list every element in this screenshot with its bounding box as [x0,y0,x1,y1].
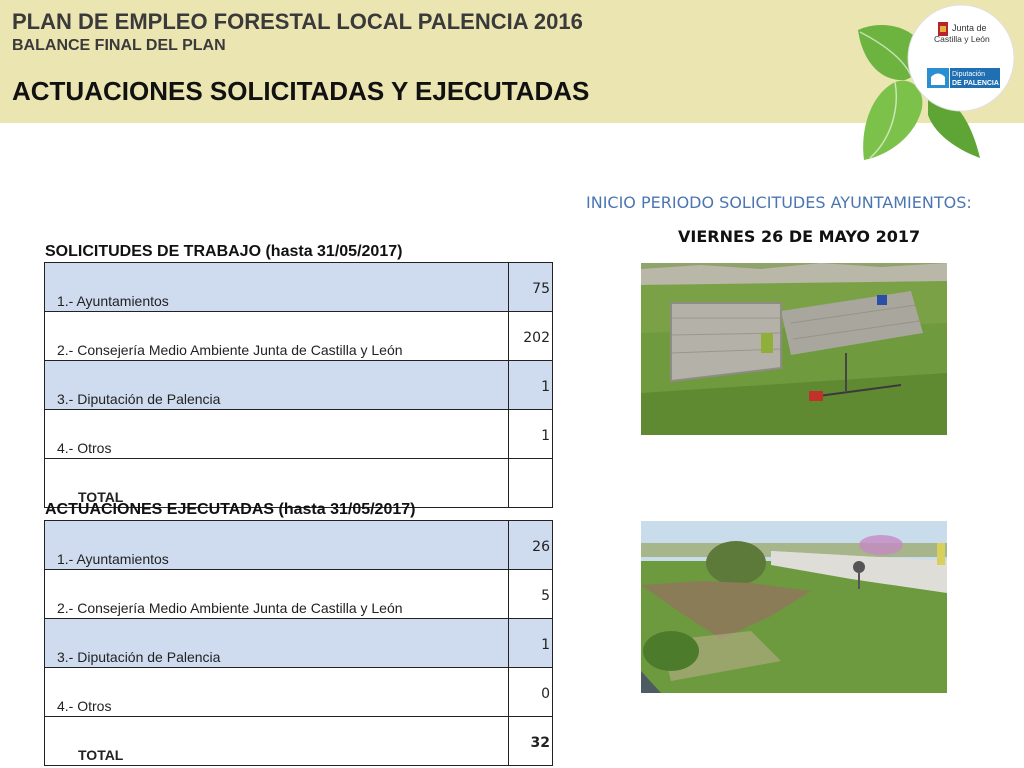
row-label: 1.- Ayuntamientos [44,262,509,312]
page-title: ACTUACIONES SOLICITADAS Y EJECUTADAS [12,76,590,106]
row-label: 3.- Diputación de Palencia [44,360,509,410]
total-label: TOTAL [44,716,509,766]
logo-group: Junta de Castilla y León Diputación DE P… [850,0,1024,165]
junta-line2: Castilla y León [934,34,990,44]
total-value: 32 [508,716,553,766]
row-value: 202 [508,311,553,361]
table-row: 1.- Ayuntamientos 75 [44,262,553,312]
junta-line1: Junta de [952,23,987,33]
row-label: 2.- Consejería Medio Ambiente Junta de C… [44,311,509,361]
fecha-text: VIERNES 26 DE MAYO 2017 [678,227,921,246]
photo-restored-area [641,521,947,693]
total-value [508,458,553,508]
solicitudes-table: 1.- Ayuntamientos 75 2.- Consejería Medi… [44,262,553,508]
row-value: 1 [508,618,553,668]
row-value: 75 [508,262,553,312]
table-row: 3.- Diputación de Palencia 1 [44,618,553,668]
row-value: 1 [508,409,553,459]
ejecutadas-caption: ACTUACIONES EJECUTADAS (hasta 31/05/2017… [45,501,416,518]
table-row: 4.- Otros 1 [44,409,553,459]
row-value: 1 [508,360,553,410]
table-row: 2.- Consejería Medio Ambiente Junta de C… [44,311,553,361]
total-row: TOTAL 32 [44,716,553,766]
plan-subtitle: BALANCE FINAL DEL PLAN [12,37,226,54]
inicio-periodo-text: INICIO PERIODO SOLICITUDES AYUNTAMIENTOS… [586,193,972,212]
row-label: 3.- Diputación de Palencia [44,618,509,668]
row-value: 5 [508,569,553,619]
table-row: 2.- Consejería Medio Ambiente Junta de C… [44,569,553,619]
diputacion-logo: Diputación DE PALENCIA [927,68,1000,88]
table-row: 4.- Otros 0 [44,667,553,717]
plan-title: PLAN DE EMPLEO FORESTAL LOCAL PALENCIA 2… [12,9,583,34]
table-row: 3.- Diputación de Palencia 1 [44,360,553,410]
diputacion-line2: DE PALENCIA [952,80,999,87]
row-value: 0 [508,667,553,717]
row-label: 4.- Otros [44,409,509,459]
row-label: 4.- Otros [44,667,509,717]
solicitudes-caption: SOLICITUDES DE TRABAJO (hasta 31/05/2017… [45,243,403,260]
row-value: 26 [508,520,553,570]
photo-stone-wall [641,263,947,435]
row-label: 1.- Ayuntamientos [44,520,509,570]
table-row: 1.- Ayuntamientos 26 [44,520,553,570]
row-label: 2.- Consejería Medio Ambiente Junta de C… [44,569,509,619]
diputacion-line1: Diputación [952,71,985,78]
ejecutadas-table: 1.- Ayuntamientos 26 2.- Consejería Medi… [44,520,553,766]
